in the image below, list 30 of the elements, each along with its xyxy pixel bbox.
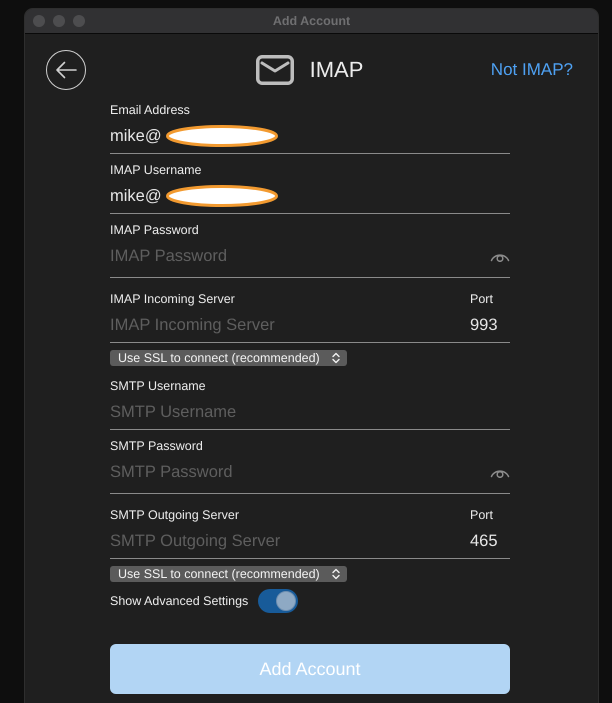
server-field[interactable]: IMAP Incoming Server xyxy=(110,313,470,337)
password-field[interactable]: IMAP Password xyxy=(110,244,490,268)
ssl-select[interactable]: Use SSL to connect (recommended) xyxy=(110,566,347,582)
field-label: SMTP Username xyxy=(110,378,206,394)
field-label: Email Address xyxy=(110,102,190,118)
field-label: IMAP Incoming Server xyxy=(110,291,235,307)
port-label: Port xyxy=(470,507,494,523)
text-field[interactable]: SMTP Username xyxy=(110,400,510,424)
text-field[interactable]: mike@ xyxy=(110,184,164,208)
arrow-left-icon xyxy=(55,61,77,79)
provider-switch-link[interactable]: Not IMAP? xyxy=(490,57,573,83)
toggle-switch[interactable] xyxy=(258,589,298,613)
ssl-select[interactable]: Use SSL to connect (recommended) xyxy=(110,350,347,366)
text-field[interactable]: mike@ xyxy=(110,124,164,148)
port-label: Port xyxy=(470,291,494,307)
chevron-updown-icon xyxy=(332,352,340,364)
window-title: Add Account xyxy=(272,12,350,30)
field-label: SMTP Password xyxy=(110,438,203,454)
field-label: IMAP Password xyxy=(110,222,199,238)
toggle-label: Show Advanced Settings xyxy=(110,592,248,610)
port-field[interactable]: 465 xyxy=(470,529,510,553)
port-field[interactable]: 993 xyxy=(470,313,510,337)
account-type-title: IMAP xyxy=(310,57,364,83)
chevron-updown-icon xyxy=(332,568,340,580)
back-button[interactable] xyxy=(46,50,86,90)
password-field[interactable]: SMTP Password xyxy=(110,460,490,484)
server-field[interactable]: SMTP Outgoing Server xyxy=(110,529,470,553)
field-label: IMAP Username xyxy=(110,162,202,178)
envelope-icon xyxy=(256,55,294,85)
field-label: SMTP Outgoing Server xyxy=(110,507,239,523)
